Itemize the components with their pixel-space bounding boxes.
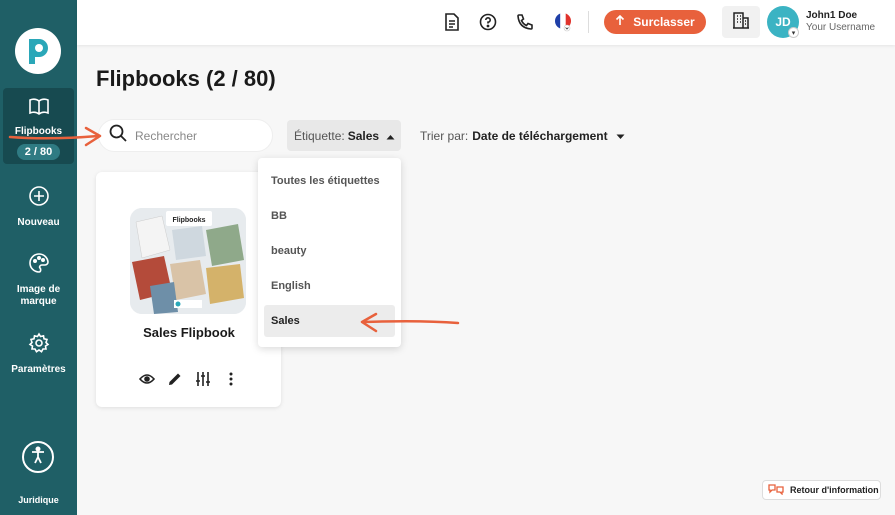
dropdown-option[interactable]: Toutes les étiquettes <box>264 165 395 197</box>
accessibility-icon <box>28 445 48 470</box>
legal-link[interactable]: Juridique <box>0 495 77 505</box>
flipbook-thumbnail[interactable]: Flipbooks <box>130 208 246 314</box>
top-header: Surclasser JD ▾ John1 Doe Your Username <box>77 0 895 45</box>
plus-circle-icon <box>3 185 74 211</box>
caret-down-icon <box>616 129 625 143</box>
sort-value: Date de téléchargement <box>472 129 608 143</box>
card-actions <box>138 370 240 388</box>
search-box[interactable] <box>98 119 273 152</box>
document-icon[interactable] <box>442 12 462 32</box>
arrow-up-icon <box>615 14 625 29</box>
sliders-icon[interactable] <box>194 370 212 388</box>
dropdown-option[interactable]: English <box>264 270 395 302</box>
flipbook-card[interactable]: Flipbooks Sales Flipbook <box>96 172 281 407</box>
phone-icon[interactable] <box>515 12 535 32</box>
accessibility-button[interactable] <box>22 441 54 473</box>
caret-up-icon <box>386 129 395 143</box>
sidebar-item-label: Image de marque <box>16 284 61 307</box>
sidebar-item-flipbooks[interactable]: Flipbooks 2 / 80 <box>3 88 74 164</box>
chevron-down-icon[interactable]: ▾ <box>788 27 799 38</box>
palette-icon <box>3 252 74 278</box>
search-input[interactable] <box>135 128 265 143</box>
eye-icon[interactable] <box>138 370 156 388</box>
upgrade-button[interactable]: Surclasser <box>604 10 706 34</box>
sidebar-item-image-de-marque[interactable]: Image de marque <box>3 252 74 308</box>
tag-filter-value: Sales <box>347 128 380 143</box>
more-vertical-icon[interactable] <box>222 370 240 388</box>
header-divider <box>588 11 589 33</box>
flipbook-count-badge: 2 / 80 <box>16 144 61 160</box>
feedback-icon <box>768 483 784 497</box>
french-flag-icon[interactable] <box>553 12 573 32</box>
sidebar-item-label: Flipbooks <box>14 126 63 137</box>
user-username: Your Username <box>806 22 876 33</box>
gear-icon <box>3 332 74 358</box>
feedback-button[interactable]: Retour d'information <box>762 480 881 500</box>
upgrade-button-label: Surclasser <box>633 15 695 29</box>
dropdown-option-selected[interactable]: Sales <box>264 305 395 337</box>
organization-button[interactable] <box>722 6 760 38</box>
flipbook-title[interactable]: Sales Flipbook <box>109 325 269 340</box>
tag-filter-label: Étiquette: <box>294 128 345 143</box>
sidebar: Flipbooks 2 / 80 Nouveau Image de marque… <box>0 0 77 515</box>
help-icon[interactable] <box>478 12 498 32</box>
sidebar-item-label: Paramètres <box>11 364 66 375</box>
book-icon <box>3 96 74 120</box>
app-logo[interactable] <box>15 28 61 74</box>
tag-filter-dropdown[interactable]: Étiquette: Sales <box>287 120 401 151</box>
feedback-label: Retour d'information <box>790 485 879 495</box>
dropdown-option[interactable]: beauty <box>264 235 395 267</box>
sort-dropdown[interactable]: Trier par: Date de téléchargement <box>420 129 625 143</box>
sort-label: Trier par: <box>420 129 469 143</box>
sidebar-item-parametres[interactable]: Paramètres <box>3 332 74 376</box>
building-icon <box>732 11 750 34</box>
thumbnail-heading: Flipbooks <box>172 217 205 224</box>
dropdown-option[interactable]: BB <box>264 200 395 232</box>
tag-dropdown-menu: Toutes les étiquettes BB beauty English … <box>258 158 401 347</box>
sidebar-item-nouveau[interactable]: Nouveau <box>3 185 74 229</box>
sidebar-item-label: Nouveau <box>17 217 60 228</box>
page-title: Flipbooks (2 / 80) <box>96 66 276 91</box>
pencil-icon[interactable] <box>166 370 184 388</box>
user-name: John1 Doe <box>806 10 858 21</box>
search-icon <box>109 124 127 147</box>
